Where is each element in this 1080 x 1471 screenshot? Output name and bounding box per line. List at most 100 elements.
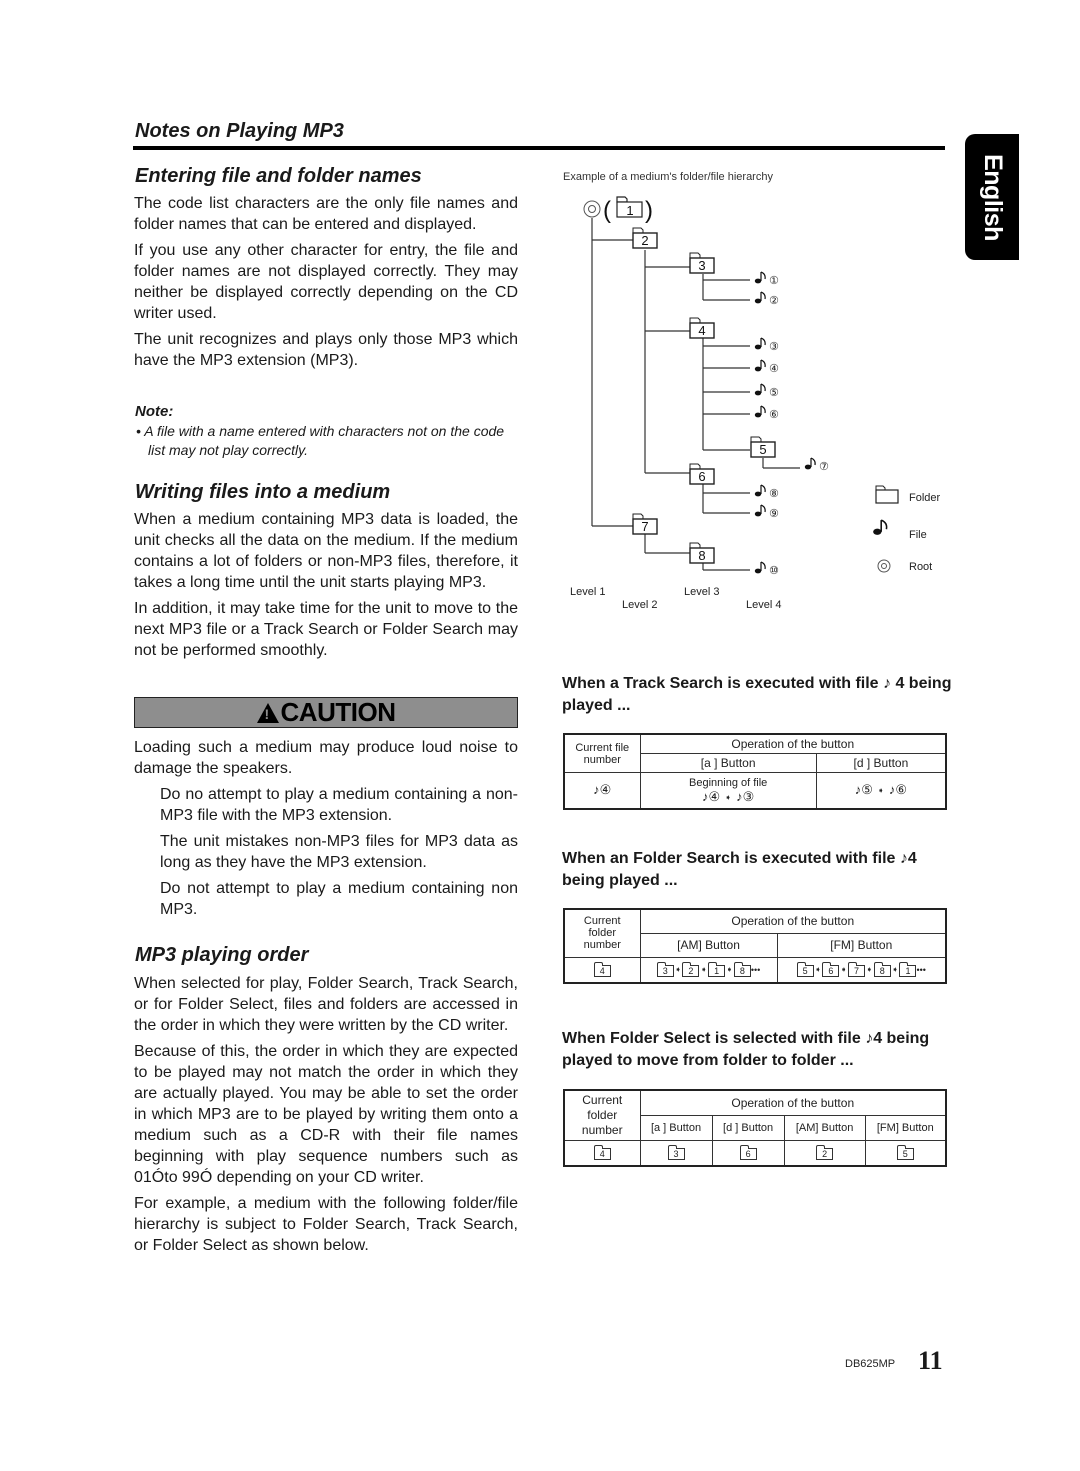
header-operation: Operation of the button — [639, 733, 947, 754]
folder-select-heading: When Folder Select is selected with file… — [562, 1030, 930, 1069]
level-2-label: Level 2 — [622, 599, 657, 611]
folder-icon-5: 5 — [750, 436, 776, 458]
folder-icon: 7 — [848, 962, 866, 978]
folder-icon-3: 3 — [689, 252, 715, 274]
note-text: • A file with a name entered with charac… — [136, 423, 505, 458]
writing-body: When a medium containing MP3 data is loa… — [134, 509, 518, 666]
paragraph: When a medium containing MP3 data is loa… — [134, 511, 518, 591]
d-result: ♪⑤ ➧ ♪⑥ — [815, 772, 947, 809]
order-body: When selected for play, Folder Search, T… — [134, 973, 518, 1261]
svg-text:3: 3 — [698, 258, 705, 273]
svg-text:⑦: ⑦ — [819, 460, 829, 473]
folder-icon: 8 — [873, 962, 891, 978]
a-from: ♪④ — [702, 788, 721, 804]
folder-icon-2: 2 — [632, 227, 658, 249]
svg-text:Root: Root — [909, 561, 932, 573]
heading-writing: Writing files into a medium — [135, 481, 391, 503]
legend-root: Root — [877, 559, 932, 573]
root-icon — [583, 200, 601, 218]
file-icon-1: ① — [754, 271, 779, 287]
a-result: Beginning of file ♪④ ➧ ♪③ — [639, 772, 817, 809]
folder-icon: 6 — [822, 962, 840, 978]
file-icon-5: ⑤ — [754, 383, 779, 399]
arrow-icon: ➧ — [840, 965, 848, 975]
am-result: 2 — [783, 1140, 866, 1166]
legend-folder: Folder — [875, 485, 941, 504]
current-folder: 4 — [563, 1140, 641, 1166]
header-a-button: [a ] Button — [639, 1114, 713, 1142]
arrow-icon: ➧ — [891, 965, 899, 975]
warning-icon — [256, 702, 279, 723]
current-folder: 4 — [563, 956, 641, 984]
caution-banner: CAUTION — [134, 697, 518, 728]
a-result: 3 — [639, 1140, 713, 1166]
svg-text:7: 7 — [641, 519, 648, 534]
file-icon-8: ⑧ — [754, 484, 779, 500]
folder-icon: 3 — [667, 1145, 685, 1161]
header-a-button: [a ] Button — [639, 753, 817, 773]
arrow-icon: ➧ — [814, 965, 822, 975]
arrow-icon: ➧ — [700, 965, 708, 975]
entering-body: The code list characters are the only fi… — [134, 193, 518, 376]
folder-icon: 2 — [682, 962, 700, 978]
am-sequence: 3 ➧ 2 ➧ 1 ➧ 8 ••• — [639, 956, 778, 984]
header-d-button: [d ] Button — [711, 1114, 785, 1142]
svg-text:4: 4 — [698, 323, 705, 338]
folder-icon: 4 — [593, 962, 611, 978]
level-3-label: Level 3 — [684, 586, 719, 598]
d-to: ♪⑥ — [888, 782, 908, 798]
folder-icon: 6 — [739, 1145, 757, 1161]
track-search-table: Current file number Operation of the but… — [563, 733, 947, 810]
folder-icon: 3 — [656, 962, 674, 978]
folder-search-heading: When an Folder Search is executed with f… — [562, 850, 917, 889]
folder-select-table: Current folder number Operation of the b… — [563, 1089, 947, 1167]
language-tab-label: English — [978, 153, 1007, 241]
folder-icon-7: 7 — [632, 513, 658, 535]
header-current: Current file number — [563, 733, 641, 773]
model-number: DB625MP — [845, 1358, 896, 1370]
paragraph: When selected for play, Folder Search, T… — [134, 975, 518, 1034]
diagram-caption: Example of a medium's folder/file hierar… — [563, 171, 773, 183]
paragraph: Because of this, the order in which they… — [134, 1043, 518, 1186]
d-result: 6 — [711, 1140, 785, 1166]
section-title: Notes on Playing MP3 — [135, 120, 344, 142]
file-icon-7: ⑦ — [804, 457, 829, 473]
folder-icon: 5 — [896, 1145, 914, 1161]
arrow-icon: ➧ — [674, 965, 682, 975]
track-search-heading: When a Track Search is executed with fil… — [562, 675, 952, 714]
ellipsis: ••• — [750, 965, 761, 976]
header-current: Current folder number — [563, 1089, 641, 1141]
header-fm-button: [FM] Button — [864, 1114, 947, 1142]
level-4-label: Level 4 — [746, 599, 781, 611]
folder-icon: 4 — [593, 1145, 611, 1161]
folder-icon-1: 1 — [616, 196, 643, 218]
paragraph: If you use any other character for entry… — [134, 242, 518, 322]
svg-text:5: 5 — [759, 442, 766, 457]
folder-icon: 1 — [708, 962, 726, 978]
page-number: 11 — [918, 1346, 943, 1375]
a-to: ♪③ — [736, 788, 755, 804]
folder-icon: 1 — [899, 962, 917, 978]
root-paren-open: ( — [603, 197, 611, 224]
svg-text:8: 8 — [698, 548, 705, 563]
caution-body: Loading such a medium may produce loud n… — [134, 737, 518, 925]
a-result-label: Beginning of file — [689, 776, 768, 789]
arrow-icon: ➧ — [866, 965, 873, 975]
language-tab: English — [965, 134, 1019, 260]
fm-sequence: 5 ➧ 6 ➧ 7 ➧ 8 ➧ 1 ••• — [776, 956, 947, 984]
svg-text:⑩: ⑩ — [769, 564, 779, 577]
svg-text:File: File — [909, 529, 927, 541]
header-d-button: [d ] Button — [815, 753, 947, 773]
file-icon-10: ⑩ — [754, 561, 779, 577]
folder-icon — [875, 489, 899, 504]
paragraph: In addition, it may take time for the un… — [134, 600, 518, 659]
svg-text:②: ② — [769, 294, 779, 307]
caution-text: Loading such a medium may produce loud n… — [134, 739, 518, 777]
folder-search-table: Current folder number Operation of the b… — [563, 908, 947, 984]
caution-item: Do no attempt to play a medium containin… — [160, 786, 518, 824]
header-fm-button: [FM] Button — [776, 932, 947, 958]
root-paren-close: ) — [645, 197, 653, 224]
ellipsis: ••• — [916, 965, 926, 976]
file-icon-3: ③ — [754, 337, 779, 353]
heading-entering: Entering file and folder names — [135, 165, 422, 187]
